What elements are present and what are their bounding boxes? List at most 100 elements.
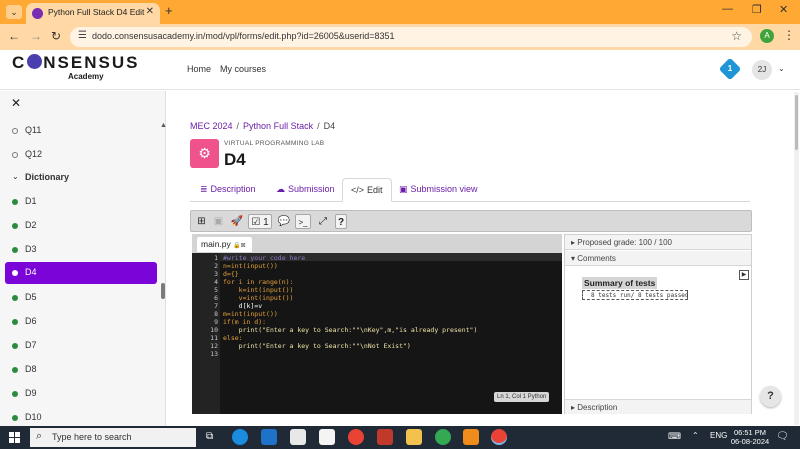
new-tab-plus-icon[interactable]: +: [165, 3, 173, 18]
nav-my-courses-link[interactable]: My courses: [220, 64, 266, 74]
url-input[interactable]: ☰ dodo.consensusacademy.in/mod/vpl/forms…: [70, 27, 752, 47]
comments-bubble-icon[interactable]: 💬: [277, 214, 291, 229]
user-avatar[interactable]: 2J: [752, 60, 772, 80]
bookmark-star-icon[interactable]: ☆: [731, 29, 742, 43]
chevron-down-icon: ⌄: [12, 172, 19, 181]
taskbar-search-input[interactable]: ⌕ Type here to search: [30, 428, 196, 447]
edge-browser-icon[interactable]: [232, 429, 248, 445]
completed-dot-icon: [12, 319, 18, 325]
file-tab-main-py[interactable]: main.py 🔒⊠: [197, 237, 252, 252]
code-line: print("Enter a key to Search:""\nNot Exi…: [223, 342, 411, 350]
app-grid-icon[interactable]: [377, 429, 393, 445]
active-chrome-icon[interactable]: [491, 429, 507, 445]
logo-mark-icon: [27, 54, 43, 69]
results-panel: ▸ Proposed grade: 100 / 100 ▾ Comments ▶…: [564, 234, 752, 414]
play-icon[interactable]: ▶: [739, 270, 749, 280]
forward-arrow-icon[interactable]: →: [30, 29, 42, 43]
drawer-scroll-up-icon[interactable]: ▲: [160, 122, 167, 129]
vpl-activity-icon: ⚙: [190, 139, 219, 168]
code-editor[interactable]: 1 2 3 4 5 6 7 8 9 10 11 12 13 #write you…: [192, 253, 562, 414]
close-drawer-icon[interactable]: ✕: [11, 96, 21, 110]
file-explorer-icon[interactable]: [406, 429, 422, 445]
breadcrumb-section-link[interactable]: Python Full Stack: [243, 121, 313, 131]
tab-edit[interactable]: </> Edit: [342, 178, 392, 202]
course-item-d2[interactable]: D2: [5, 215, 157, 237]
profile-avatar[interactable]: A: [760, 29, 774, 43]
windows-start-icon[interactable]: [9, 432, 20, 443]
course-item-d6[interactable]: D6: [5, 311, 157, 333]
window-close-icon[interactable]: ✕: [779, 3, 788, 16]
code-line: print("Enter a key to Search:""\nKey",m,…: [223, 326, 478, 334]
console-button[interactable]: >_: [295, 214, 311, 229]
back-arrow-icon[interactable]: ←: [8, 29, 20, 43]
completed-dot-icon: [12, 415, 18, 421]
evaluate-checkbox-button[interactable]: ☑ 1: [248, 214, 272, 229]
nav-home-link[interactable]: Home: [187, 64, 211, 74]
submission-view-icon: ▣: [399, 184, 408, 194]
windows-taskbar: ⌕ Type here to search ⧉ ⌨ ⌃ ENG 06:51 PM…: [0, 426, 800, 449]
course-item-d9[interactable]: D9: [5, 383, 157, 405]
completed-dot-icon: [12, 343, 18, 349]
summary-of-tests-title: Summary of tests: [582, 277, 658, 289]
completed-dot-icon: [12, 199, 18, 205]
document-icon[interactable]: [319, 429, 335, 445]
browser-menu-icon[interactable]: ⋮: [783, 28, 795, 42]
chevron-right-icon: ▸: [571, 403, 576, 412]
close-icon[interactable]: ✕: [146, 6, 154, 17]
code-line: d={}: [223, 270, 239, 278]
mail-icon[interactable]: [261, 429, 277, 445]
tab-description[interactable]: ≣ Description: [200, 178, 256, 202]
drawer-scrollbar[interactable]: [161, 283, 165, 299]
reload-icon[interactable]: ↻: [51, 29, 61, 43]
course-item-d5[interactable]: D5: [5, 287, 157, 309]
proposed-grade-header[interactable]: ▸ Proposed grade: 100 / 100: [565, 235, 751, 250]
chrome-profile-icon[interactable]: [435, 429, 451, 445]
course-item-q11[interactable]: Q11: [5, 120, 157, 142]
url-text: dodo.consensusacademy.in/mod/vpl/forms/e…: [92, 31, 395, 41]
tray-up-arrow-icon[interactable]: ⌃: [692, 431, 699, 440]
new-file-plus-icon[interactable]: ⊞: [195, 214, 208, 229]
code-line: for i in range(n):: [223, 278, 294, 286]
course-item-d3[interactable]: D3: [5, 239, 157, 261]
keyboard-icon[interactable]: ⌨: [668, 431, 681, 442]
site-logo[interactable]: C NSENSUS: [12, 53, 139, 73]
course-item-d7[interactable]: D7: [5, 335, 157, 357]
run-rocket-icon[interactable]: 🚀: [230, 214, 244, 229]
browser-tab[interactable]: Python Full Stack D4 Edit ✕: [26, 3, 160, 24]
course-section-dictionary[interactable]: ⌄ Dictionary: [5, 167, 157, 189]
language-indicator[interactable]: ENG: [710, 431, 727, 440]
site-header: C NSENSUS Academy Home My courses: [0, 50, 800, 90]
user-menu-chevron-down-icon[interactable]: ⌄: [778, 64, 785, 73]
minimize-icon[interactable]: —: [722, 3, 733, 15]
course-item-d1[interactable]: D1: [5, 191, 157, 213]
file-tab-close-icon[interactable]: 🔒⊠: [233, 243, 246, 249]
description-header[interactable]: ▸ Description: [565, 399, 751, 414]
help-question-icon[interactable]: ?: [760, 386, 781, 407]
course-item-d8[interactable]: D8: [5, 359, 157, 381]
page-scrollbar-thumb[interactable]: [795, 95, 798, 150]
restore-icon[interactable]: ❐: [752, 3, 762, 16]
chevron-down-icon: ▾: [571, 254, 576, 263]
breadcrumb-course-link[interactable]: MEC 2024: [190, 121, 233, 131]
fullscreen-icon[interactable]: ⤢: [316, 214, 330, 229]
clock[interactable]: 06:51 PM 06-08-2024: [730, 428, 770, 446]
save-icon[interactable]: ▣: [212, 214, 225, 229]
ide-toolbar: ⊞ ▣ 🚀 ☑ 1 💬 >_ ⤢ ?: [190, 210, 752, 232]
activity-tabs: ≣ Description ☁ Submission </> Edit ▣ Submis…: [190, 178, 750, 202]
tab-submission-view[interactable]: ▣ Submission view: [399, 178, 478, 202]
completed-dot-icon: [12, 247, 18, 253]
course-item-q12[interactable]: Q12: [5, 144, 157, 166]
tab-search-chevron-icon[interactable]: ⌄: [6, 5, 22, 19]
cloud-upload-icon: ☁: [276, 184, 285, 194]
site-info-icon[interactable]: ☰: [78, 30, 87, 41]
task-view-icon[interactable]: ⧉: [206, 431, 213, 442]
help-button[interactable]: ?: [335, 214, 347, 229]
tab-submission[interactable]: ☁ Submission: [276, 178, 335, 202]
chrome-icon[interactable]: [348, 429, 364, 445]
vlc-icon[interactable]: [463, 429, 479, 445]
comments-header[interactable]: ▾ Comments: [565, 251, 751, 266]
course-item-d10[interactable]: D10: [5, 407, 157, 426]
course-item-d4[interactable]: D4: [5, 262, 157, 284]
store-icon[interactable]: [290, 429, 306, 445]
notification-center-icon[interactable]: 🗨: [776, 431, 789, 442]
